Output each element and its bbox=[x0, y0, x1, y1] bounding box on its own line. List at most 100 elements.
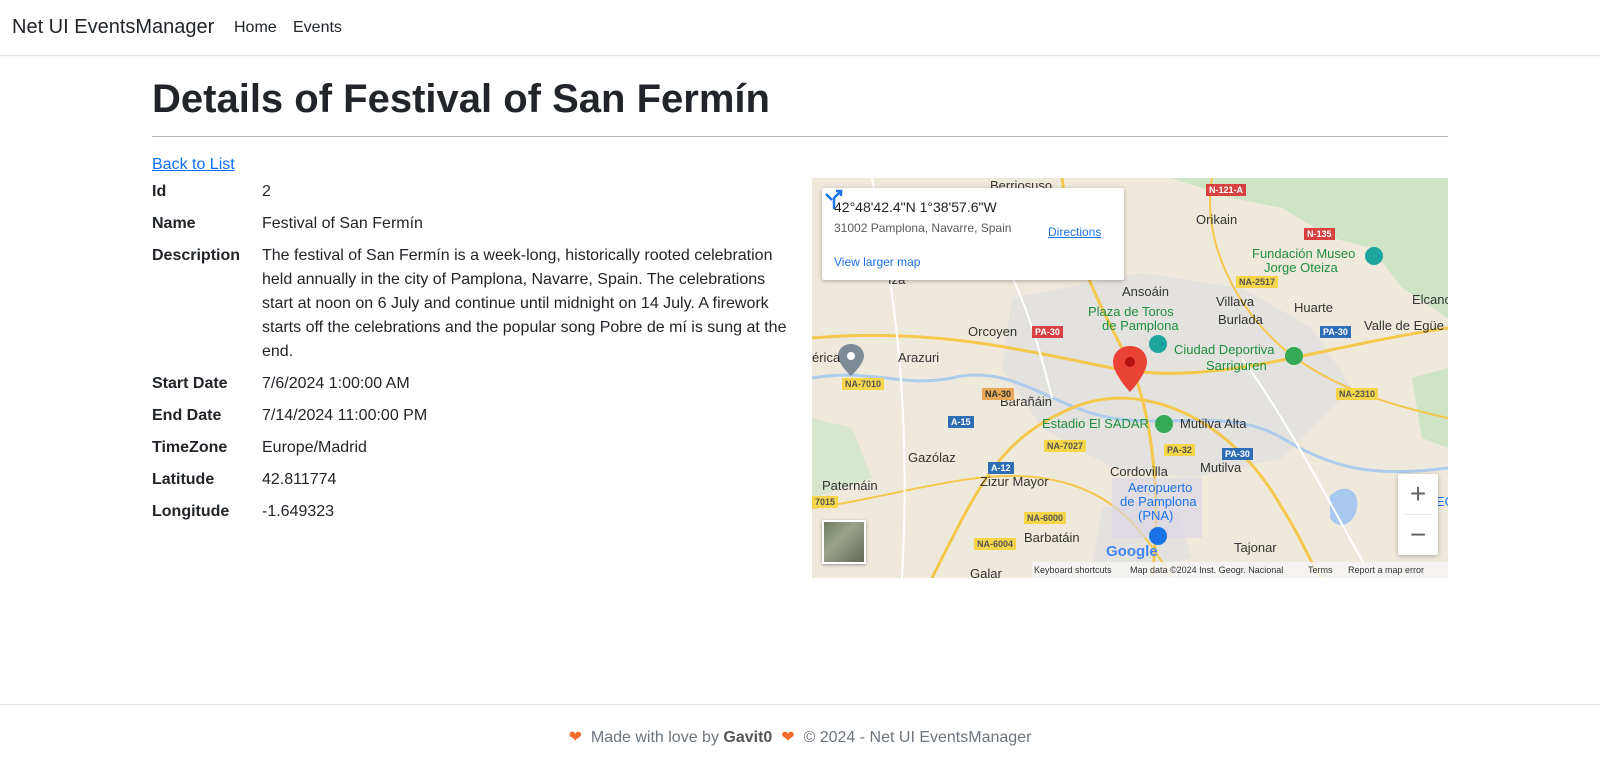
map-label: Tajonar bbox=[1234, 540, 1277, 555]
detail-label: Description bbox=[152, 247, 241, 264]
google-logo-text: Google bbox=[1106, 543, 1158, 560]
map-label: Ansoáin bbox=[1122, 284, 1169, 299]
map-label: Sarriguren bbox=[1206, 358, 1267, 373]
page-footer: ❤ Made with love by Gavit0 ❤ © 2024 - Ne… bbox=[0, 704, 1600, 765]
report-map-error-link[interactable]: Report a map error bbox=[1348, 565, 1424, 575]
map-label: Valle de Egüe bbox=[1364, 318, 1444, 333]
detail-value: 7/14/2024 11:00:00 PM bbox=[262, 407, 428, 424]
map-coordinates: 42°48'42.4"N 1°38'57.6"W bbox=[834, 199, 997, 215]
google-logo: Google bbox=[1106, 543, 1158, 560]
road-shield: NA-6004 bbox=[974, 538, 1017, 550]
road-shield: NA-2310 bbox=[1336, 388, 1379, 400]
map-label: Estadio El SADAR bbox=[1042, 416, 1149, 431]
map-attribution-bar: Keyboard shortcuts Map data ©2024 Inst. … bbox=[1032, 562, 1448, 578]
brand-link[interactable]: Net UI EventsManager bbox=[12, 16, 214, 39]
map-label: Jorge Oteiza bbox=[1264, 260, 1338, 275]
road-shield: PA-30 bbox=[1320, 326, 1351, 338]
map-label: Villava bbox=[1216, 294, 1255, 309]
map-label: Mutilva Alta bbox=[1180, 416, 1247, 431]
road-shield: NA-7010 bbox=[842, 378, 885, 390]
map-label: Barbatáin bbox=[1024, 530, 1080, 545]
page-title: Details of Festival of San Fermín bbox=[152, 77, 770, 121]
road-shield: N-121-A bbox=[1206, 184, 1247, 196]
detail-row-id: Id 2 bbox=[152, 180, 792, 204]
detail-row-end-date: End Date 7/14/2024 11:00:00 PM bbox=[152, 404, 792, 428]
keyboard-shortcuts-link[interactable]: Keyboard shortcuts bbox=[1034, 565, 1112, 575]
map-label: Plaza de Toros bbox=[1088, 304, 1174, 319]
made-with-love-text: Made with love by bbox=[590, 729, 719, 746]
map-label: (PNA) bbox=[1138, 508, 1174, 523]
detail-label: Latitude bbox=[152, 471, 215, 488]
road-shield: A-12 bbox=[988, 462, 1014, 474]
road-shield: PA-30 bbox=[1222, 448, 1253, 460]
map-data-attribution: Map data ©2024 Inst. Geogr. Nacional bbox=[1130, 565, 1284, 575]
detail-value: Festival of San Fermín bbox=[262, 215, 423, 232]
map-label: Aeropuerto bbox=[1128, 480, 1193, 495]
view-larger-map-link[interactable]: View larger map bbox=[834, 255, 920, 269]
heart-icon: ❤ bbox=[568, 729, 582, 746]
detail-row-start-date: Start Date 7/6/2024 1:00:00 AM bbox=[152, 372, 792, 396]
map-info-card: 42°48'42.4"N 1°38'57.6"W 31002 Pamplona,… bbox=[822, 188, 1124, 280]
event-details: Id 2 Name Festival of San Fermín Descrip… bbox=[152, 180, 792, 532]
map-label: Burlada bbox=[1218, 312, 1263, 327]
terms-link[interactable]: Terms bbox=[1308, 565, 1333, 575]
detail-value: 2 bbox=[262, 183, 271, 200]
detail-label: Start Date bbox=[152, 375, 228, 392]
detail-value: 42.811774 bbox=[262, 471, 337, 488]
map-label: de Pamplona bbox=[1120, 494, 1197, 509]
road-shield: 7015 bbox=[812, 496, 839, 508]
author-name: Gavit0 bbox=[723, 729, 773, 746]
road-shield: PA-30 bbox=[1032, 326, 1063, 338]
map-label: Orcoyen bbox=[968, 324, 1018, 339]
title-divider bbox=[152, 136, 1448, 137]
detail-row-timezone: TimeZone Europe/Madrid bbox=[152, 436, 792, 460]
map-label: de Pamplona bbox=[1102, 318, 1179, 333]
heart-icon: ❤ bbox=[781, 729, 795, 746]
map-label: Arazuri bbox=[898, 350, 940, 365]
zoom-controls: + − bbox=[1398, 474, 1438, 555]
detail-label: Id bbox=[152, 183, 167, 200]
map-label: Galar bbox=[970, 566, 1002, 578]
map-label: Elcanc bbox=[1412, 292, 1448, 307]
navbar: Net UI EventsManager Home Events bbox=[0, 0, 1600, 56]
map-label: érica bbox=[812, 350, 841, 365]
map-label: Paternáin bbox=[822, 478, 878, 493]
detail-label: Longitude bbox=[152, 503, 230, 520]
road-shield: PA-32 bbox=[1164, 444, 1195, 456]
map-label: Huarte bbox=[1294, 300, 1334, 315]
map-label: Orikain bbox=[1196, 212, 1238, 227]
detail-value: Europe/Madrid bbox=[262, 439, 367, 456]
map-label: Mutilva bbox=[1200, 460, 1242, 475]
detail-row-longitude: Longitude -1.649323 bbox=[152, 500, 792, 524]
nav-events[interactable]: Events bbox=[293, 19, 342, 37]
zoom-in-button[interactable]: + bbox=[1398, 474, 1438, 514]
satellite-toggle-button[interactable] bbox=[822, 520, 866, 564]
map-label: Cordovilla bbox=[1110, 464, 1168, 479]
map-embed[interactable]: Berriosuso Orikain Fundación Museo Jorge… bbox=[812, 178, 1448, 578]
map-label: Fundación Museo bbox=[1252, 246, 1356, 261]
directions-icon[interactable] bbox=[822, 188, 846, 212]
footer-text: ❤ Made with love by Gavit0 ❤ © 2024 - Ne… bbox=[0, 727, 1600, 747]
map-label: Zizur Mayor bbox=[980, 474, 1049, 489]
road-shield: NA-30 bbox=[982, 388, 1015, 400]
back-to-list-link[interactable]: Back to List bbox=[152, 156, 235, 174]
map-label: Gazólaz bbox=[908, 450, 956, 465]
road-shield: NA-6000 bbox=[1024, 512, 1067, 524]
road-shield: N-135 bbox=[1304, 228, 1335, 240]
detail-value: The festival of San Fermín is a week-lon… bbox=[262, 247, 787, 360]
detail-label: End Date bbox=[152, 407, 222, 424]
map-label: Ciudad Deportiva bbox=[1174, 342, 1275, 357]
road-shield: A-15 bbox=[948, 416, 974, 428]
detail-row-name: Name Festival of San Fermín bbox=[152, 212, 792, 236]
zoom-out-button[interactable]: − bbox=[1398, 515, 1438, 555]
detail-row-description: Description The festival of San Fermín i… bbox=[152, 244, 792, 364]
detail-label: Name bbox=[152, 215, 196, 232]
detail-value: -1.649323 bbox=[262, 503, 335, 520]
nav-home[interactable]: Home bbox=[234, 19, 277, 37]
detail-row-latitude: Latitude 42.811774 bbox=[152, 468, 792, 492]
road-shield: NA-2517 bbox=[1236, 276, 1279, 288]
road-shield: NA-7027 bbox=[1044, 440, 1087, 452]
directions-link[interactable]: Directions bbox=[1048, 225, 1101, 239]
detail-value: 7/6/2024 1:00:00 AM bbox=[262, 375, 410, 392]
detail-label: TimeZone bbox=[152, 439, 228, 456]
